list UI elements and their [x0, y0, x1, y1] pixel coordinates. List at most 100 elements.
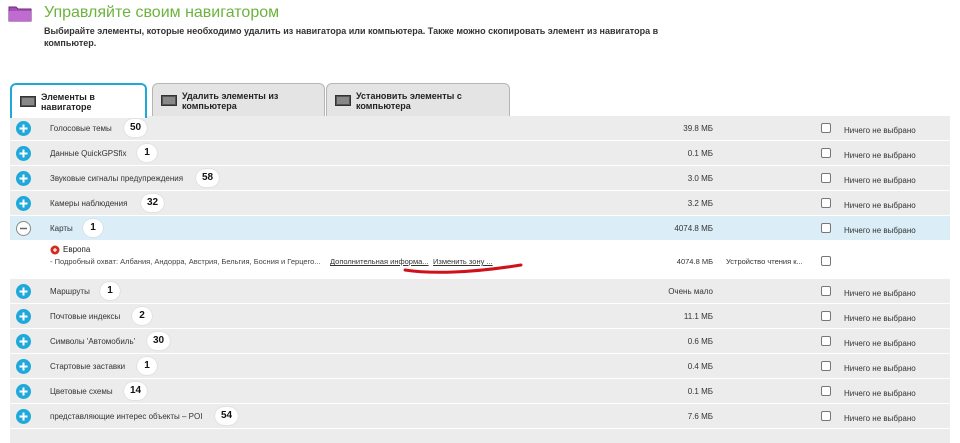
page-description: Выбирайте элементы, которые необходимо у…	[44, 26, 659, 48]
item-size: 0.1 МБ	[687, 387, 713, 396]
folder-icon	[8, 6, 32, 22]
list-item[interactable]: Звуковые сигналы предупреждения 58 3.0 М…	[10, 166, 950, 191]
item-label: Голосовые темы	[50, 124, 112, 133]
item-size: 11.1 МБ	[683, 312, 713, 321]
item-size: 0.4 МБ	[687, 362, 713, 371]
map-description: - Подробный охват: Албания, Андорра, Авс…	[50, 257, 321, 266]
page-title: Управляйте своим навигатором	[44, 4, 280, 21]
item-status: Ничего не выбрано	[844, 176, 916, 185]
expand-icon[interactable]	[16, 384, 31, 399]
list-item[interactable]: Символы 'Автомобиль' 30 0.6 МБ Ничего не…	[10, 329, 950, 354]
tab-label: Установить элементы с компьютера	[356, 90, 462, 111]
count-badge: 1	[100, 282, 120, 300]
count-badge: 54	[215, 407, 239, 425]
item-label: Карты	[50, 224, 73, 233]
item-label: Камеры наблюдения	[50, 199, 128, 208]
expand-icon[interactable]	[16, 409, 31, 424]
item-status: Ничего не выбрано	[844, 226, 916, 235]
select-checkbox[interactable]	[821, 148, 831, 158]
item-status: Ничего не выбрано	[844, 414, 916, 423]
item-label: Цветовые схемы	[50, 387, 113, 396]
item-label: Символы 'Автомобиль'	[50, 337, 136, 346]
monitor-icon	[161, 94, 177, 106]
item-label: Стартовые заставки	[50, 362, 126, 371]
monitor-icon	[335, 94, 351, 106]
tab-install-from-computer[interactable]: Установить элементы с компьютера	[326, 83, 510, 117]
select-checkbox[interactable]	[821, 286, 831, 296]
item-size: 7.6 МБ	[687, 412, 713, 421]
item-status: Ничего не выбрано	[844, 339, 916, 348]
select-checkbox[interactable]	[821, 256, 831, 266]
map-name: Европа	[63, 245, 91, 254]
expand-icon[interactable]	[16, 171, 31, 186]
tab-label: Удалить элементы из компьютера	[182, 90, 279, 111]
select-checkbox[interactable]	[821, 361, 831, 371]
expand-icon[interactable]	[16, 359, 31, 374]
item-status: Ничего не выбрано	[844, 389, 916, 398]
count-badge: 14	[124, 382, 148, 400]
tab-device-items[interactable]: Элементы в навигаторе	[10, 83, 147, 118]
select-checkbox[interactable]	[821, 198, 831, 208]
count-badge: 30	[147, 332, 171, 350]
item-size: 4074.8 МБ	[674, 224, 713, 233]
expand-icon[interactable]	[16, 121, 31, 136]
count-badge: 58	[196, 169, 220, 187]
expand-icon[interactable]	[16, 196, 31, 211]
count-badge: 1	[137, 144, 157, 162]
count-badge: 1	[137, 357, 157, 375]
count-badge: 50	[124, 119, 148, 137]
item-size: 3.2 МБ	[687, 199, 713, 208]
count-badge: 1	[83, 219, 103, 237]
item-label: Маршруты	[50, 287, 90, 296]
select-checkbox[interactable]	[821, 411, 831, 421]
item-label: Звуковые сигналы предупреждения	[50, 174, 184, 183]
more-info-link[interactable]: Дополнительная информа...	[330, 257, 429, 266]
panel-footer	[10, 429, 950, 443]
tab-label: Элементы в навигаторе	[41, 91, 95, 112]
map-region-icon	[50, 245, 60, 255]
item-status: Ничего не выбрано	[844, 314, 916, 323]
select-checkbox[interactable]	[821, 223, 831, 233]
map-location: Устройство чтения к...	[726, 257, 803, 266]
item-status: Ничего не выбрано	[844, 289, 916, 298]
expand-icon[interactable]	[16, 334, 31, 349]
item-status: Ничего не выбрано	[844, 364, 916, 373]
count-badge: 2	[132, 307, 152, 325]
item-status: Ничего не выбрано	[844, 126, 916, 135]
change-zone-link[interactable]: Изменить зону ...	[433, 257, 493, 266]
list-item[interactable]: Цветовые схемы 14 0.1 МБ Ничего не выбра…	[10, 379, 950, 404]
list-item[interactable]: Данные QuickGPSfix 1 0.1 МБ Ничего не вы…	[10, 141, 950, 166]
select-checkbox[interactable]	[821, 386, 831, 396]
item-label: Почтовые индексы	[50, 312, 121, 321]
expand-icon[interactable]	[16, 284, 31, 299]
item-size: 0.6 МБ	[687, 337, 713, 346]
list-item[interactable]: представляющие интерес объекты – POI 54 …	[10, 404, 950, 429]
map-size: 4074.8 МБ	[676, 257, 713, 266]
item-label: Данные QuickGPSfix	[50, 149, 127, 158]
list-item[interactable]: Почтовые индексы 2 11.1 МБ Ничего не выб…	[10, 304, 950, 329]
select-checkbox[interactable]	[821, 173, 831, 183]
item-status: Ничего не выбрано	[844, 201, 916, 210]
tab-bar: Элементы в навигаторе Удалить элементы и…	[10, 83, 950, 118]
list-item[interactable]: Голосовые темы 50 39.8 МБ Ничего не выбр…	[10, 116, 950, 141]
map-subitem[interactable]: Европа - Подробный охват: Албания, Андор…	[10, 241, 950, 279]
count-badge: 32	[141, 194, 165, 212]
collapse-icon[interactable]	[16, 221, 31, 236]
monitor-icon	[20, 95, 36, 107]
tab-delete-from-computer[interactable]: Удалить элементы из компьютера	[152, 83, 325, 117]
list-item[interactable]: Стартовые заставки 1 0.4 МБ Ничего не вы…	[10, 354, 950, 379]
expand-icon[interactable]	[16, 309, 31, 324]
list-item[interactable]: Камеры наблюдения 32 3.2 МБ Ничего не вы…	[10, 191, 950, 216]
item-status: Ничего не выбрано	[844, 151, 916, 160]
page-header: Управляйте своим навигатором Выбирайте э…	[0, 0, 960, 84]
list-item[interactable]: Маршруты 1 Очень мало Ничего не выбрано	[10, 279, 950, 304]
list-item-expanded[interactable]: Карты 1 4074.8 МБ Ничего не выбрано	[10, 216, 950, 241]
select-checkbox[interactable]	[821, 336, 831, 346]
item-size: 3.0 МБ	[687, 174, 713, 183]
item-size: 39.8 МБ	[683, 124, 713, 133]
select-checkbox[interactable]	[821, 311, 831, 321]
items-panel: Голосовые темы 50 39.8 МБ Ничего не выбр…	[10, 116, 950, 443]
item-size: Очень мало	[668, 287, 713, 296]
expand-icon[interactable]	[16, 146, 31, 161]
select-checkbox[interactable]	[821, 123, 831, 133]
